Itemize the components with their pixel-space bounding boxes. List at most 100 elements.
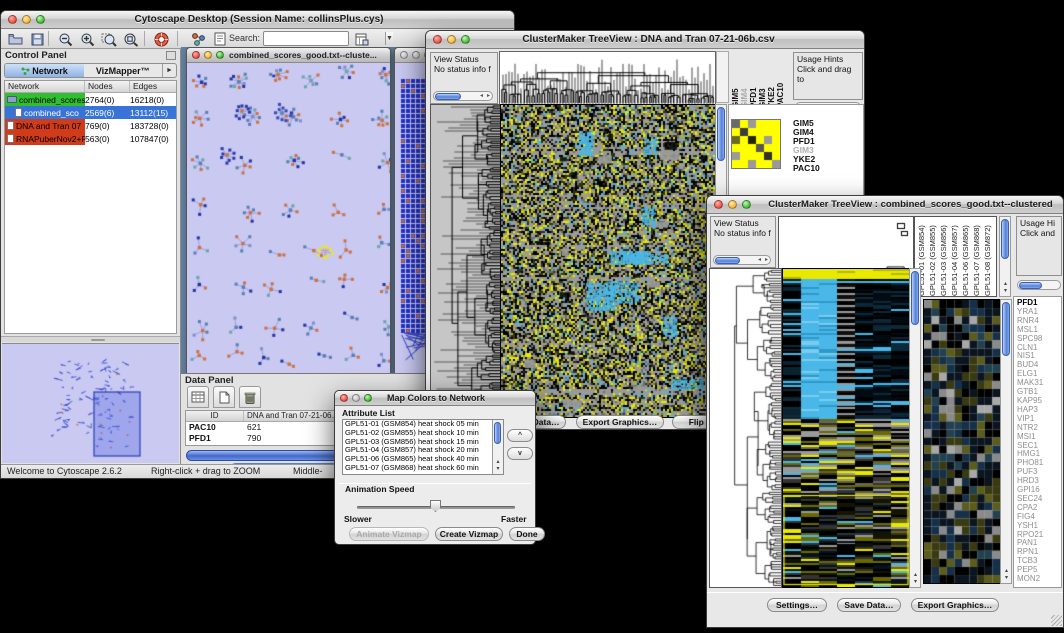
network-list-row[interactable]: RNAPuberNov2+R563(0)107847(0): [5, 132, 176, 145]
zoom-icon[interactable]: [216, 51, 224, 59]
minimize-icon[interactable]: [728, 200, 737, 209]
tab-overflow-arrow-icon[interactable]: ►: [162, 64, 176, 77]
network-list-row[interactable]: combined_sco2569(6)13112(15): [5, 106, 176, 119]
minimize-icon[interactable]: [352, 394, 360, 402]
resize-grip[interactable]: [1051, 615, 1062, 626]
tab-vizmapper[interactable]: VizMapper™: [84, 64, 163, 77]
network-name: combined_scores: [19, 95, 85, 105]
zoom-icon[interactable]: [364, 394, 372, 402]
zoom-selected-icon[interactable]: [100, 30, 118, 48]
column-labels: GIM5GIM4PFD1GIM3YKE2PAC10: [731, 52, 789, 108]
delete-attribute-trash-icon[interactable]: [239, 386, 261, 408]
summary-vertical-scrollbar[interactable]: ▴▾: [1000, 299, 1012, 584]
attribute-list-label: Attribute List: [342, 408, 395, 418]
summary-mini-heatmap[interactable]: [923, 299, 1001, 584]
row-dendrogram[interactable]: [709, 268, 782, 588]
treeview2-title: ClusterMaker TreeView : combined_scores_…: [758, 199, 1063, 210]
done-button[interactable]: Done: [509, 527, 545, 541]
col-header-edges[interactable]: Edges: [130, 81, 176, 92]
gene-list-panel: PFD1YRA1RNR4MSL1SPC98CLN1NIS1BUD4ELG1MAK…: [1013, 296, 1062, 588]
import-network-icon[interactable]: [189, 30, 207, 48]
network-nodes-count: 769(0): [85, 121, 130, 131]
column-label: GPL51-07 (GSM868): [972, 217, 983, 296]
move-down-button[interactable]: v: [507, 447, 533, 460]
save-data-button[interactable]: Save Data…: [837, 598, 901, 612]
column-labels-scrollbar[interactable]: ▴▾: [999, 216, 1011, 297]
treeview1-titlebar[interactable]: ClusterMaker TreeView : DNA and Tran 07-…: [426, 31, 864, 49]
network-list-row[interactable]: combined_scores2764(0)16218(0): [5, 93, 176, 106]
column-label: GIM5: [731, 52, 740, 108]
attribute-list-scrollbar[interactable]: ▴▾: [492, 420, 503, 474]
network-edges-count: 16218(0): [130, 95, 176, 105]
open-folder-icon[interactable]: [6, 30, 24, 48]
minimize-icon[interactable]: [204, 51, 212, 59]
map-colors-dialog: Map Colors to Network Attribute List GPL…: [334, 390, 536, 545]
close-icon[interactable]: [8, 15, 17, 24]
zoom-out-icon[interactable]: [56, 30, 74, 48]
toolbar-separator: [144, 31, 145, 46]
zoom-fit-icon[interactable]: [122, 30, 140, 48]
usage-hints-label: Usage Hints: [797, 54, 859, 64]
attribute-table-icon[interactable]: [187, 386, 209, 408]
col-header-id[interactable]: ID: [186, 411, 244, 421]
column-dendrogram[interactable]: [499, 51, 716, 105]
heatmap-canvas[interactable]: [500, 104, 716, 418]
heatmap-vertical-scrollbar[interactable]: ▴▾: [909, 268, 921, 588]
zoom-icon[interactable]: [36, 15, 45, 24]
close-icon[interactable]: [714, 200, 723, 209]
annotation-icon[interactable]: [211, 30, 229, 48]
float-panel-icon[interactable]: [166, 51, 176, 60]
row-dendrogram[interactable]: [430, 104, 501, 418]
column-scrollbar-track[interactable]: [716, 51, 729, 103]
main-titlebar[interactable]: Cytoscape Desktop (Session Name: collins…: [1, 11, 514, 29]
tab-network[interactable]: Network: [5, 64, 84, 77]
global-mini-heatmap[interactable]: [731, 119, 781, 169]
status-welcome: Welcome to Cytoscape 2.6.2: [7, 466, 122, 476]
save-icon[interactable]: [28, 30, 46, 48]
network-graph-canvas[interactable]: [187, 63, 390, 373]
col-header-nodes[interactable]: Nodes: [85, 81, 130, 92]
usage-hints-scrollbar[interactable]: [1017, 280, 1061, 290]
help-lifering-icon[interactable]: [152, 30, 170, 48]
new-attribute-icon[interactable]: [213, 386, 235, 408]
network-view-titlebar[interactable]: combined_scores_good.txt--cluste...: [187, 48, 390, 63]
slider-thumb[interactable]: [430, 500, 441, 512]
close-icon[interactable]: [400, 51, 408, 59]
gene-label[interactable]: PAC10: [793, 164, 843, 173]
minimize-icon[interactable]: [22, 15, 31, 24]
attribute-list-item[interactable]: GPL51-07 (GSM868) heat shock 60 min: [343, 464, 503, 473]
view-status-scrollbar[interactable]: ◂▸: [433, 91, 493, 101]
network-overview-canvas[interactable]: [2, 344, 178, 462]
treeview2-titlebar[interactable]: ClusterMaker TreeView : combined_scores_…: [707, 196, 1063, 214]
network-list-row[interactable]: DNA and Tran 07769(0)183728(0): [5, 119, 176, 132]
close-icon[interactable]: [340, 394, 348, 402]
create-vizmap-button[interactable]: Create Vizmap: [435, 527, 503, 541]
minimize-icon[interactable]: [447, 35, 456, 44]
network-file-icon: [7, 121, 14, 130]
treeview-window-2: ClusterMaker TreeView : combined_scores_…: [706, 195, 1064, 628]
minimize-icon[interactable]: [412, 51, 420, 59]
close-icon[interactable]: [192, 51, 200, 59]
settings-button[interactable]: Settings…: [767, 598, 827, 612]
zoom-icon[interactable]: [461, 35, 470, 44]
view-status-label: View Status: [434, 54, 494, 64]
network-overview-panel[interactable]: [2, 343, 179, 463]
chevron-down-icon[interactable]: ▼: [385, 32, 393, 45]
heatmap-canvas[interactable]: [782, 268, 910, 588]
slower-label: Slower: [344, 514, 372, 524]
panel-splitter[interactable]: [1, 336, 180, 342]
view-status-scrollbar[interactable]: ◂▸: [713, 255, 771, 265]
close-icon[interactable]: [433, 35, 442, 44]
zoom-in-icon[interactable]: [78, 30, 96, 48]
col-header-network[interactable]: Network: [5, 81, 85, 92]
cell-id: PAC10: [186, 422, 244, 433]
dialog-titlebar[interactable]: Map Colors to Network: [335, 391, 535, 406]
zoom-icon[interactable]: [742, 200, 751, 209]
search-filter-icon[interactable]: [353, 30, 371, 48]
move-up-button[interactable]: ^: [507, 429, 533, 442]
gene-label[interactable]: MON2: [1017, 575, 1061, 584]
export-graphics-button[interactable]: Export Graphics…: [911, 598, 999, 612]
treeview1-title: ClusterMaker TreeView : DNA and Tran 07-…: [477, 34, 820, 45]
export-graphics-button[interactable]: Export Graphics…: [576, 415, 664, 429]
view-status-label: View Status: [714, 218, 772, 228]
